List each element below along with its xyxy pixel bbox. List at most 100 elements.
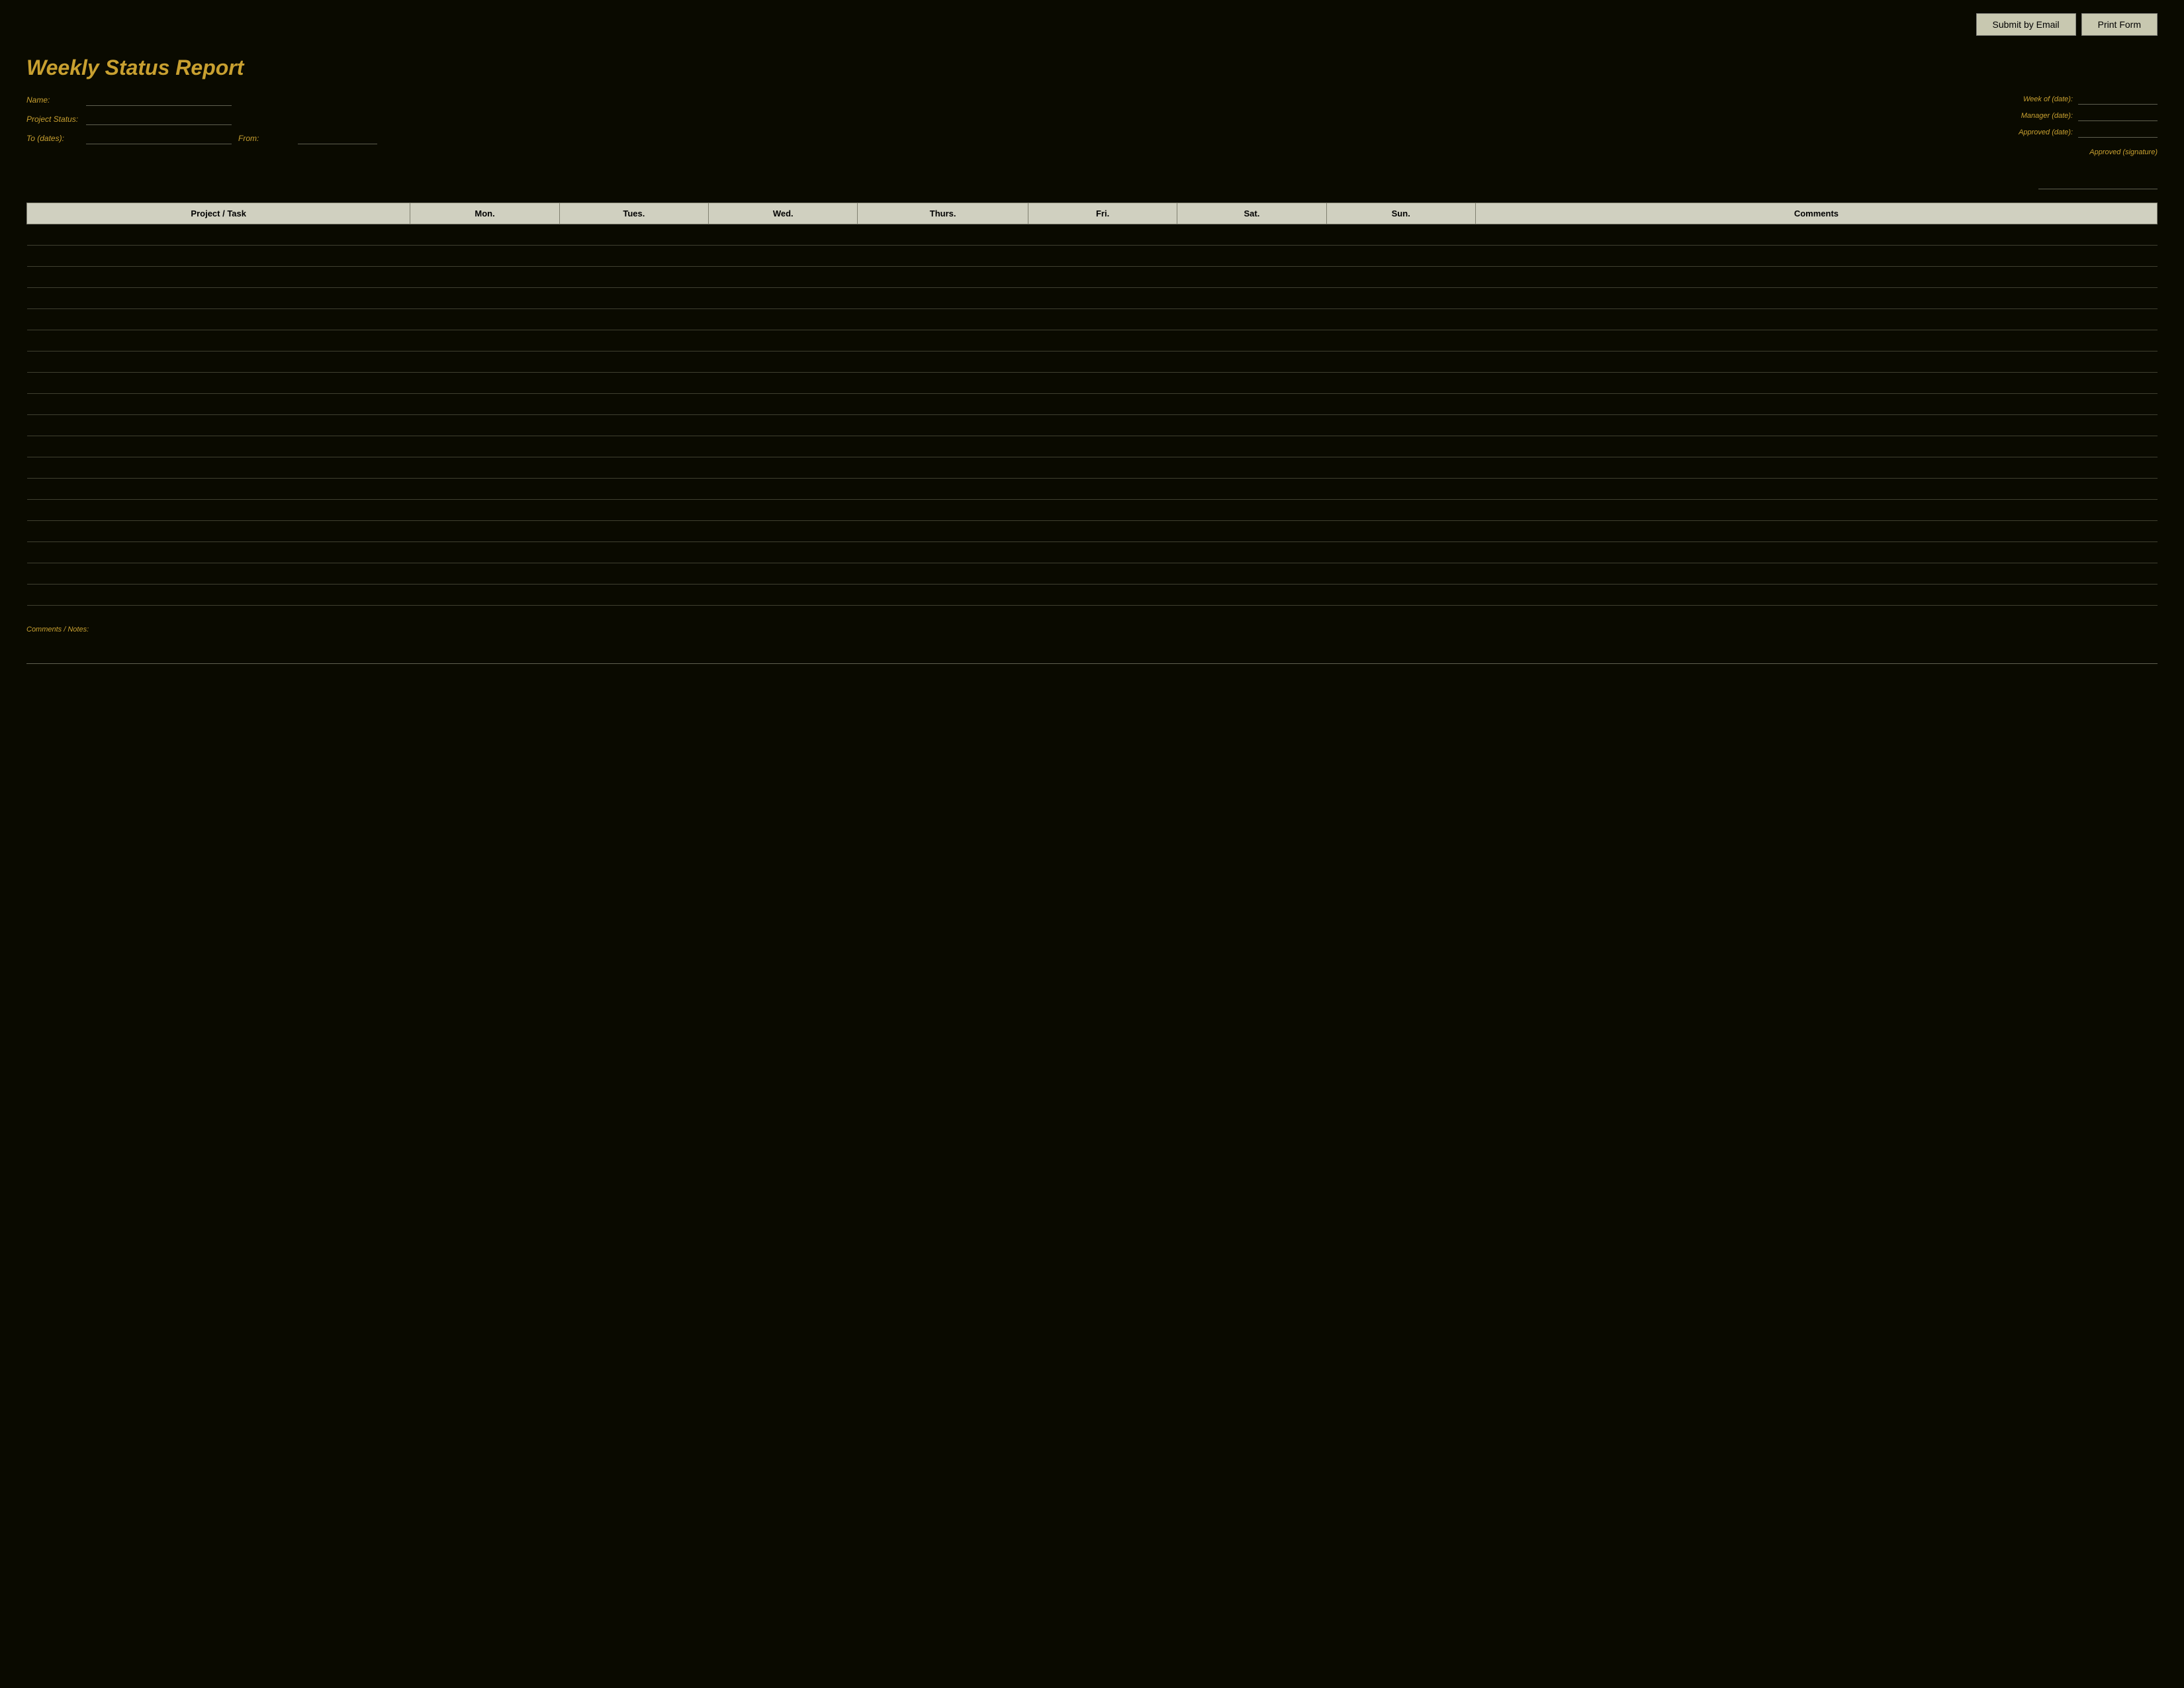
table-cell-input[interactable] [711, 486, 855, 494]
table-cell-input[interactable] [860, 359, 1026, 367]
table-cell-input[interactable] [562, 507, 705, 515]
table-cell-input[interactable] [1180, 380, 1324, 388]
table-cell-input[interactable] [562, 571, 705, 579]
table-cell-input[interactable] [30, 571, 408, 579]
table-cell-input[interactable] [711, 422, 855, 430]
table-cell-input[interactable] [1329, 507, 1473, 515]
table-cell-input[interactable] [562, 422, 705, 430]
table-cell-input[interactable] [413, 380, 557, 388]
table-cell-input[interactable] [860, 465, 1026, 473]
table-cell-input[interactable] [1329, 316, 1473, 324]
table-cell-input[interactable] [30, 507, 408, 515]
table-cell-input[interactable] [562, 295, 705, 303]
table-cell-input[interactable] [1329, 295, 1473, 303]
table-cell-input[interactable] [413, 274, 557, 282]
table-cell-input[interactable] [1030, 422, 1174, 430]
table-cell-input[interactable] [562, 528, 705, 536]
table-cell-input[interactable] [1478, 465, 2154, 473]
table-cell-input[interactable] [1478, 274, 2154, 282]
table-cell-input[interactable] [1180, 465, 1324, 473]
table-cell-input[interactable] [562, 359, 705, 367]
table-cell-input[interactable] [30, 486, 408, 494]
table-cell-input[interactable] [711, 528, 855, 536]
table-cell-input[interactable] [413, 295, 557, 303]
table-cell-input[interactable] [413, 422, 557, 430]
table-cell-input[interactable] [860, 380, 1026, 388]
table-cell-input[interactable] [860, 295, 1026, 303]
table-cell-input[interactable] [562, 380, 705, 388]
table-cell-input[interactable] [562, 549, 705, 557]
table-cell-input[interactable] [860, 401, 1026, 409]
table-cell-input[interactable] [1478, 359, 2154, 367]
table-cell-input[interactable] [30, 465, 408, 473]
table-cell-input[interactable] [860, 274, 1026, 282]
table-cell-input[interactable] [30, 338, 408, 346]
table-cell-input[interactable] [1180, 422, 1324, 430]
table-cell-input[interactable] [711, 401, 855, 409]
table-cell-input[interactable] [413, 253, 557, 261]
table-cell-input[interactable] [1329, 253, 1473, 261]
table-cell-input[interactable] [1478, 592, 2154, 600]
table-cell-input[interactable] [711, 359, 855, 367]
table-cell-input[interactable] [1478, 571, 2154, 579]
table-cell-input[interactable] [860, 232, 1026, 240]
table-cell-input[interactable] [1478, 316, 2154, 324]
table-cell-input[interactable] [860, 486, 1026, 494]
table-cell-input[interactable] [1329, 444, 1473, 451]
table-cell-input[interactable] [1030, 401, 1174, 409]
table-cell-input[interactable] [1478, 338, 2154, 346]
table-cell-input[interactable] [711, 592, 855, 600]
table-cell-input[interactable] [1478, 549, 2154, 557]
table-cell-input[interactable] [562, 592, 705, 600]
table-cell-input[interactable] [30, 359, 408, 367]
table-cell-input[interactable] [1478, 232, 2154, 240]
table-cell-input[interactable] [413, 232, 557, 240]
table-cell-input[interactable] [711, 338, 855, 346]
table-cell-input[interactable] [1030, 486, 1174, 494]
table-cell-input[interactable] [860, 528, 1026, 536]
table-cell-input[interactable] [30, 253, 408, 261]
table-cell-input[interactable] [1478, 380, 2154, 388]
table-cell-input[interactable] [30, 295, 408, 303]
table-cell-input[interactable] [860, 592, 1026, 600]
table-cell-input[interactable] [413, 571, 557, 579]
table-cell-input[interactable] [711, 316, 855, 324]
table-cell-input[interactable] [1329, 528, 1473, 536]
table-cell-input[interactable] [30, 549, 408, 557]
from-input[interactable] [298, 132, 377, 144]
table-cell-input[interactable] [30, 316, 408, 324]
table-cell-input[interactable] [1329, 549, 1473, 557]
table-cell-input[interactable] [562, 338, 705, 346]
table-cell-input[interactable] [413, 444, 557, 451]
table-cell-input[interactable] [1329, 380, 1473, 388]
table-cell-input[interactable] [1180, 592, 1324, 600]
table-cell-input[interactable] [413, 592, 557, 600]
table-cell-input[interactable] [1180, 295, 1324, 303]
table-cell-input[interactable] [1329, 422, 1473, 430]
table-cell-input[interactable] [562, 274, 705, 282]
table-cell-input[interactable] [1478, 444, 2154, 451]
table-cell-input[interactable] [860, 422, 1026, 430]
print-form-button[interactable]: Print Form [2081, 13, 2158, 36]
footer-comments-textarea[interactable] [26, 637, 2158, 664]
table-cell-input[interactable] [413, 486, 557, 494]
table-cell-input[interactable] [562, 316, 705, 324]
table-cell-input[interactable] [30, 528, 408, 536]
table-cell-input[interactable] [413, 507, 557, 515]
table-cell-input[interactable] [30, 380, 408, 388]
table-cell-input[interactable] [562, 232, 705, 240]
table-cell-input[interactable] [711, 549, 855, 557]
table-cell-input[interactable] [1329, 359, 1473, 367]
to-date-input[interactable] [86, 132, 232, 144]
table-cell-input[interactable] [1478, 528, 2154, 536]
table-cell-input[interactable] [1180, 401, 1324, 409]
table-cell-input[interactable] [30, 592, 408, 600]
table-cell-input[interactable] [1030, 232, 1174, 240]
table-cell-input[interactable] [1180, 571, 1324, 579]
table-cell-input[interactable] [1329, 232, 1473, 240]
table-cell-input[interactable] [413, 528, 557, 536]
table-cell-input[interactable] [1478, 486, 2154, 494]
table-cell-input[interactable] [562, 486, 705, 494]
table-cell-input[interactable] [711, 465, 855, 473]
table-cell-input[interactable] [562, 465, 705, 473]
